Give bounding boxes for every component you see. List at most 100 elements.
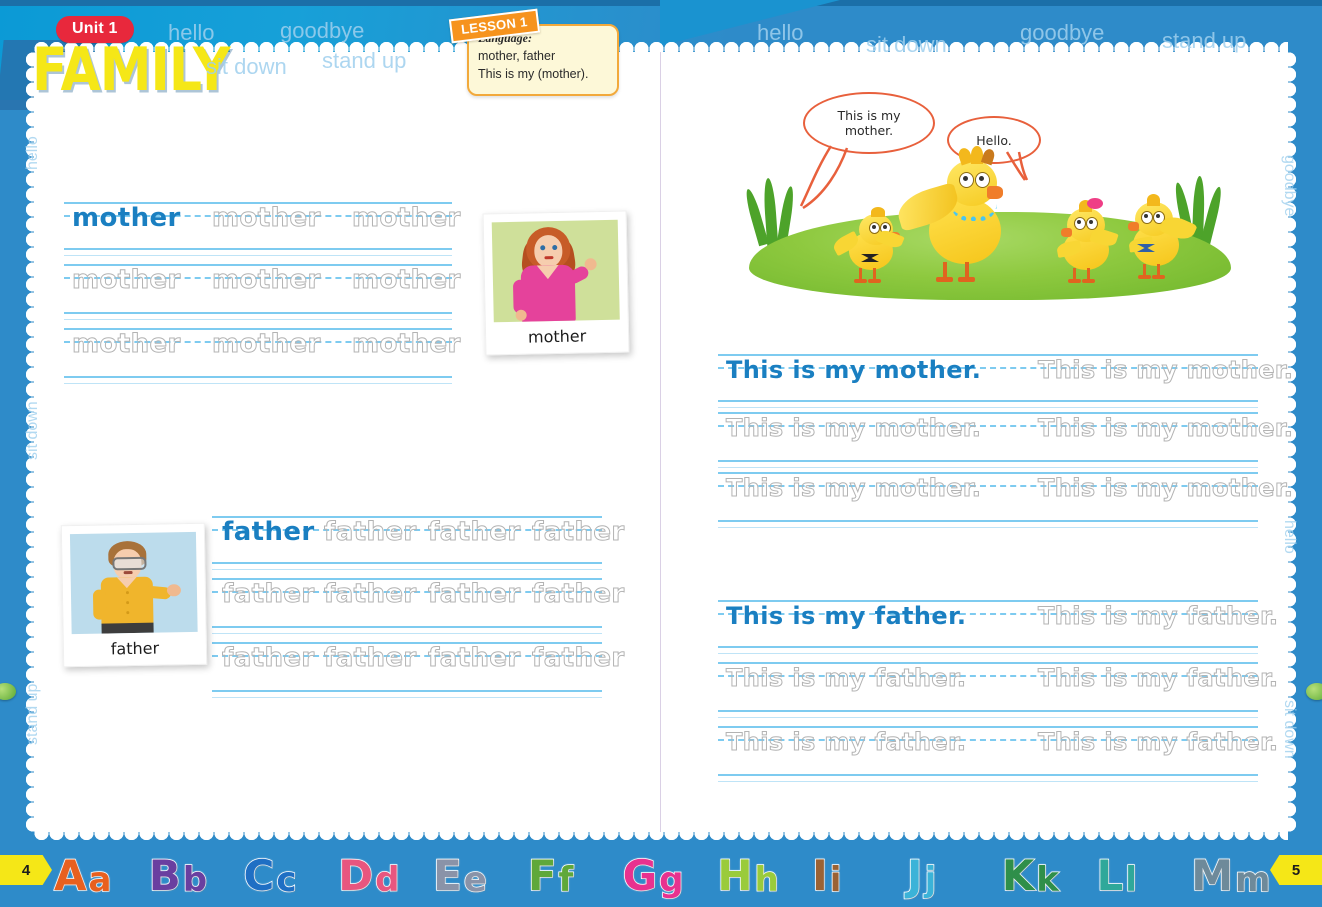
header-word-standup-right: stand up: [1162, 28, 1247, 53]
alphabet-letter-Ii: Ii: [811, 851, 842, 900]
alphabet-capital-H: H: [717, 851, 754, 900]
margin-word-left-hello: hello: [24, 136, 41, 170]
alphabet-capital-B: B: [148, 851, 182, 900]
sentence-mother-line-3[interactable]: This is my mother. This is my mother.: [718, 470, 1294, 528]
alphabet-letter-Bb: Bb: [148, 851, 208, 900]
margin-word-left-sitdown: sit down: [24, 401, 41, 460]
sentence-mother-line-2[interactable]: This is my mother. This is my mother.: [718, 410, 1294, 468]
sentence-father-block[interactable]: This is my father. This is my father. Th…: [718, 598, 1279, 782]
sentence-mother-line-1[interactable]: This is my mother. This is my mother.: [718, 352, 1294, 408]
sentence-father-line-1[interactable]: This is my father. This is my father.: [718, 598, 1279, 654]
alphabet-lowercase-j: j: [924, 860, 937, 900]
mother-l1-trace2: mother: [352, 203, 461, 234]
language-line-1: mother, father: [478, 49, 556, 63]
header-word-sitdown-right: sit down: [866, 32, 947, 57]
alphabet-capital-C: C: [243, 851, 275, 900]
header-word-goodbye-right: goodbye: [1020, 20, 1105, 45]
chicks-illustration: This is my mother. Hello.: [735, 90, 1245, 305]
alphabet-letter-Mm: Mm: [1190, 854, 1271, 900]
margin-word-left-standup: stand up: [24, 683, 41, 745]
alphabet-lowercase-i: i: [829, 860, 842, 900]
page-title: FAMILY: [32, 36, 231, 105]
sm-l3-trace2: This is my mother.: [1038, 474, 1294, 503]
alphabet-capital-F: F: [527, 851, 557, 900]
mother-line-3[interactable]: mother mother mother: [64, 326, 461, 384]
alphabet-lowercase-d: d: [374, 860, 400, 900]
father-l3-trace4: father: [532, 643, 625, 674]
chick-right: [1117, 194, 1213, 290]
alphabet-capital-K: K: [1001, 851, 1035, 900]
speech-tail-1: [799, 145, 849, 210]
sf-l1-trace1: This is my father.: [1038, 602, 1279, 631]
alphabet-lowercase-h: h: [754, 860, 780, 900]
father-photo: [69, 531, 198, 635]
nav-dot-next[interactable]: [1306, 683, 1322, 700]
father-line-3[interactable]: father father father father: [212, 640, 625, 698]
father-writing-block[interactable]: father father father father father fathe…: [212, 514, 625, 698]
workbook-spread: Unit 1 FAMILY hello goodbye sit down sta…: [0, 0, 1322, 907]
header-word-standup-left: stand up: [322, 48, 407, 73]
alphabet-lowercase-m: m: [1234, 860, 1271, 900]
alphabet-letter-Ee: Ee: [432, 851, 488, 900]
alphabet-lowercase-b: b: [182, 860, 208, 900]
father-line-1[interactable]: father father father father: [212, 514, 625, 570]
alphabet-capital-A: A: [53, 851, 87, 900]
alphabet-lowercase-k: k: [1035, 860, 1059, 900]
alphabet-letter-Ll: Ll: [1096, 851, 1138, 900]
alphabet-capital-E: E: [432, 851, 462, 900]
alphabet-lowercase-e: e: [463, 860, 488, 900]
alphabet-capital-I: I: [811, 851, 828, 900]
sentence-mother-block[interactable]: This is my mother. This is my mother. Th…: [718, 352, 1294, 528]
sentence-father-line-2[interactable]: This is my father. This is my father.: [718, 660, 1279, 718]
header-word-hello-left: hello: [168, 20, 215, 45]
alphabet-capital-D: D: [338, 851, 374, 900]
mother-line-1[interactable]: mother mother mother: [64, 200, 461, 256]
father-card-caption: father: [110, 638, 160, 659]
sm-l1-trace1: This is my mother.: [1038, 356, 1294, 385]
mother-card-caption: mother: [527, 326, 587, 347]
alphabet-lowercase-f: f: [558, 860, 574, 900]
alphabet-lowercase-c: c: [276, 860, 298, 900]
alphabet-strip: AaBbCcDdEeFfGgHhIiJjKkLlMm: [44, 817, 1276, 901]
father-l1-trace3: father: [532, 517, 625, 548]
header-word-goodbye-left: goodbye: [280, 18, 365, 43]
alphabet-letter-Jj: Jj: [906, 851, 937, 900]
mother-l3-trace3: mother: [352, 329, 461, 360]
alphabet-lowercase-l: l: [1124, 860, 1137, 900]
sentence-father-line-3[interactable]: This is my father. This is my father.: [718, 724, 1279, 782]
sf-l3-trace2: This is my father.: [1038, 728, 1279, 757]
alphabet-lowercase-g: g: [658, 860, 684, 900]
page-number-left: 4: [0, 855, 52, 885]
page-spine: [660, 52, 661, 832]
alphabet-capital-J: J: [906, 851, 923, 900]
mother-photo: [491, 219, 620, 323]
margin-word-right-hello: hello: [1281, 520, 1298, 554]
alphabet-letter-Aa: Aa: [53, 851, 112, 900]
mother-writing-block[interactable]: mother mother mother mother mother mothe…: [64, 200, 461, 384]
margin-word-right-sitdown: sit down: [1281, 700, 1298, 759]
alphabet-letter-Dd: Dd: [338, 851, 401, 900]
alphabet-letter-Ff: Ff: [527, 851, 574, 900]
father-picture-card: father: [60, 522, 208, 668]
alphabet-capital-G: G: [622, 851, 658, 900]
alphabet-letter-Kk: Kk: [1001, 851, 1060, 900]
speech-bubble-mother-text: This is my mother.: [837, 108, 901, 138]
mother-line-2[interactable]: mother mother mother: [64, 262, 461, 320]
father-l2-trace4: father: [532, 579, 625, 610]
margin-word-right-goodbye: goodbye: [1281, 155, 1298, 217]
page-number-right: 5: [1270, 855, 1322, 885]
sm-l2-trace2: This is my mother.: [1038, 414, 1294, 443]
header-word-hello-right: hello: [757, 20, 804, 45]
father-line-2[interactable]: father father father father: [212, 576, 625, 634]
alphabet-lowercase-a: a: [88, 860, 112, 900]
language-line-2: This is my (mother).: [478, 67, 589, 81]
header-word-sitdown-left: sit down: [206, 54, 287, 79]
chick-mother: [893, 146, 1033, 296]
mother-l2-trace3: mother: [352, 265, 461, 296]
alphabet-letter-Hh: Hh: [717, 851, 780, 900]
alphabet-letter-Gg: Gg: [622, 851, 684, 900]
alphabet-capital-L: L: [1096, 851, 1124, 900]
mother-picture-card: mother: [482, 210, 630, 356]
alphabet-letter-Cc: Cc: [243, 851, 298, 900]
sf-l2-trace2: This is my father.: [1038, 664, 1279, 693]
